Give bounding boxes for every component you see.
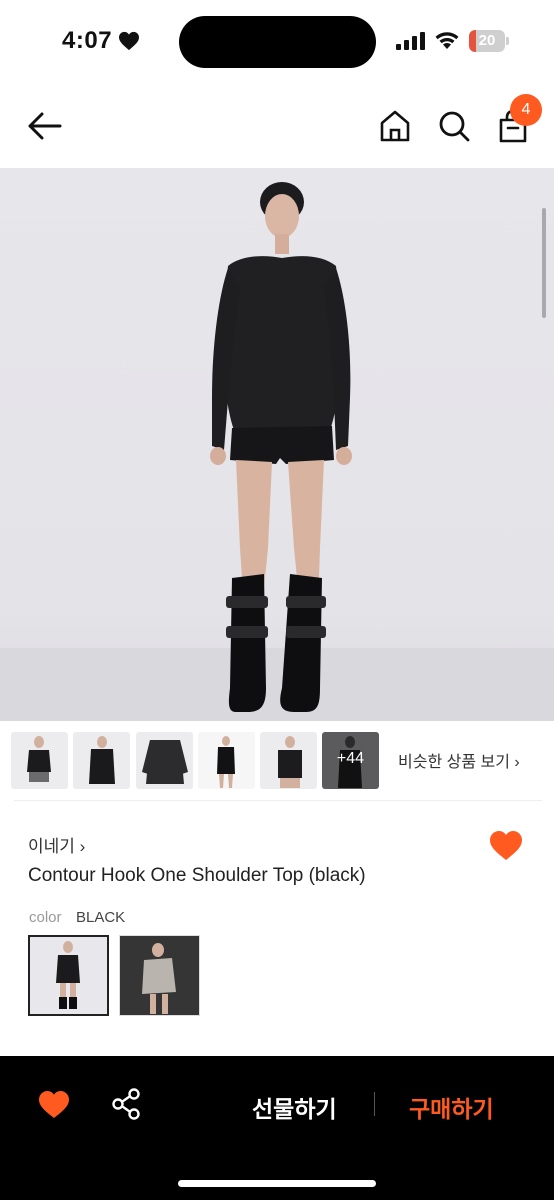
product-name: Contour Hook One Shoulder Top (black) [28,865,366,886]
cellular-signal-icon [396,32,425,50]
thumbnail-2-image [89,736,115,784]
swatch-grey-image [142,943,176,1014]
thumbnail-1-image [27,736,51,782]
home-indicator[interactable] [178,1180,376,1187]
thumbnail-3-image [142,740,188,784]
model-photo [210,182,352,712]
cart-count-badge: 4 [510,94,542,126]
dynamic-island [179,16,376,68]
back-arrow-icon[interactable] [26,108,64,144]
top-navigation [0,84,554,168]
status-time: 4:07 [62,27,113,54]
share-icon[interactable] [111,1088,141,1120]
similar-products-link[interactable]: 비슷한 상품 보기 › [398,748,520,772]
section-divider [14,800,542,801]
thumbnail-more[interactable]: +44 [322,732,379,789]
search-icon[interactable] [437,108,471,144]
thumbnail-4[interactable] [198,732,255,789]
battery-level: 20 [478,32,496,49]
thumbnail-strip: +44 비슷한 상품 보기 › [11,732,551,790]
battery-tip [506,37,509,45]
thumbnail-5[interactable] [260,732,317,789]
button-separator [374,1092,375,1116]
more-thumbnails-count: +44 [336,750,365,767]
heart-status-icon [119,31,139,51]
bottom-action-bar: 선물하기 구매하기 [0,1056,554,1200]
battery-body: 20 [469,30,505,52]
wishlist-heart-icon[interactable] [489,830,523,862]
image-scroll-indicator[interactable] [542,208,546,318]
color-swatch-grey[interactable] [119,935,200,1016]
color-label: color [29,909,62,926]
thumbnail-4-image [217,736,235,788]
brand-link[interactable]: 이네기 › [28,832,85,857]
gift-button[interactable]: 선물하기 [252,1090,337,1124]
wifi-icon [435,32,459,49]
status-bar: 4:07 20 [0,0,554,84]
color-value: BLACK [76,909,126,926]
product-image[interactable] [0,168,554,721]
wishlist-heart-icon-bottom[interactable] [38,1090,70,1120]
thumbnail-3[interactable] [136,732,193,789]
color-swatch-black[interactable] [28,935,109,1016]
home-icon[interactable] [378,108,412,144]
battery-indicator: 20 [469,30,509,52]
thumbnail-1[interactable] [11,732,68,789]
thumbnail-5-image [278,736,302,788]
swatch-black-image [56,941,80,1009]
thumbnail-2[interactable] [73,732,130,789]
buy-button[interactable]: 구매하기 [409,1090,494,1124]
